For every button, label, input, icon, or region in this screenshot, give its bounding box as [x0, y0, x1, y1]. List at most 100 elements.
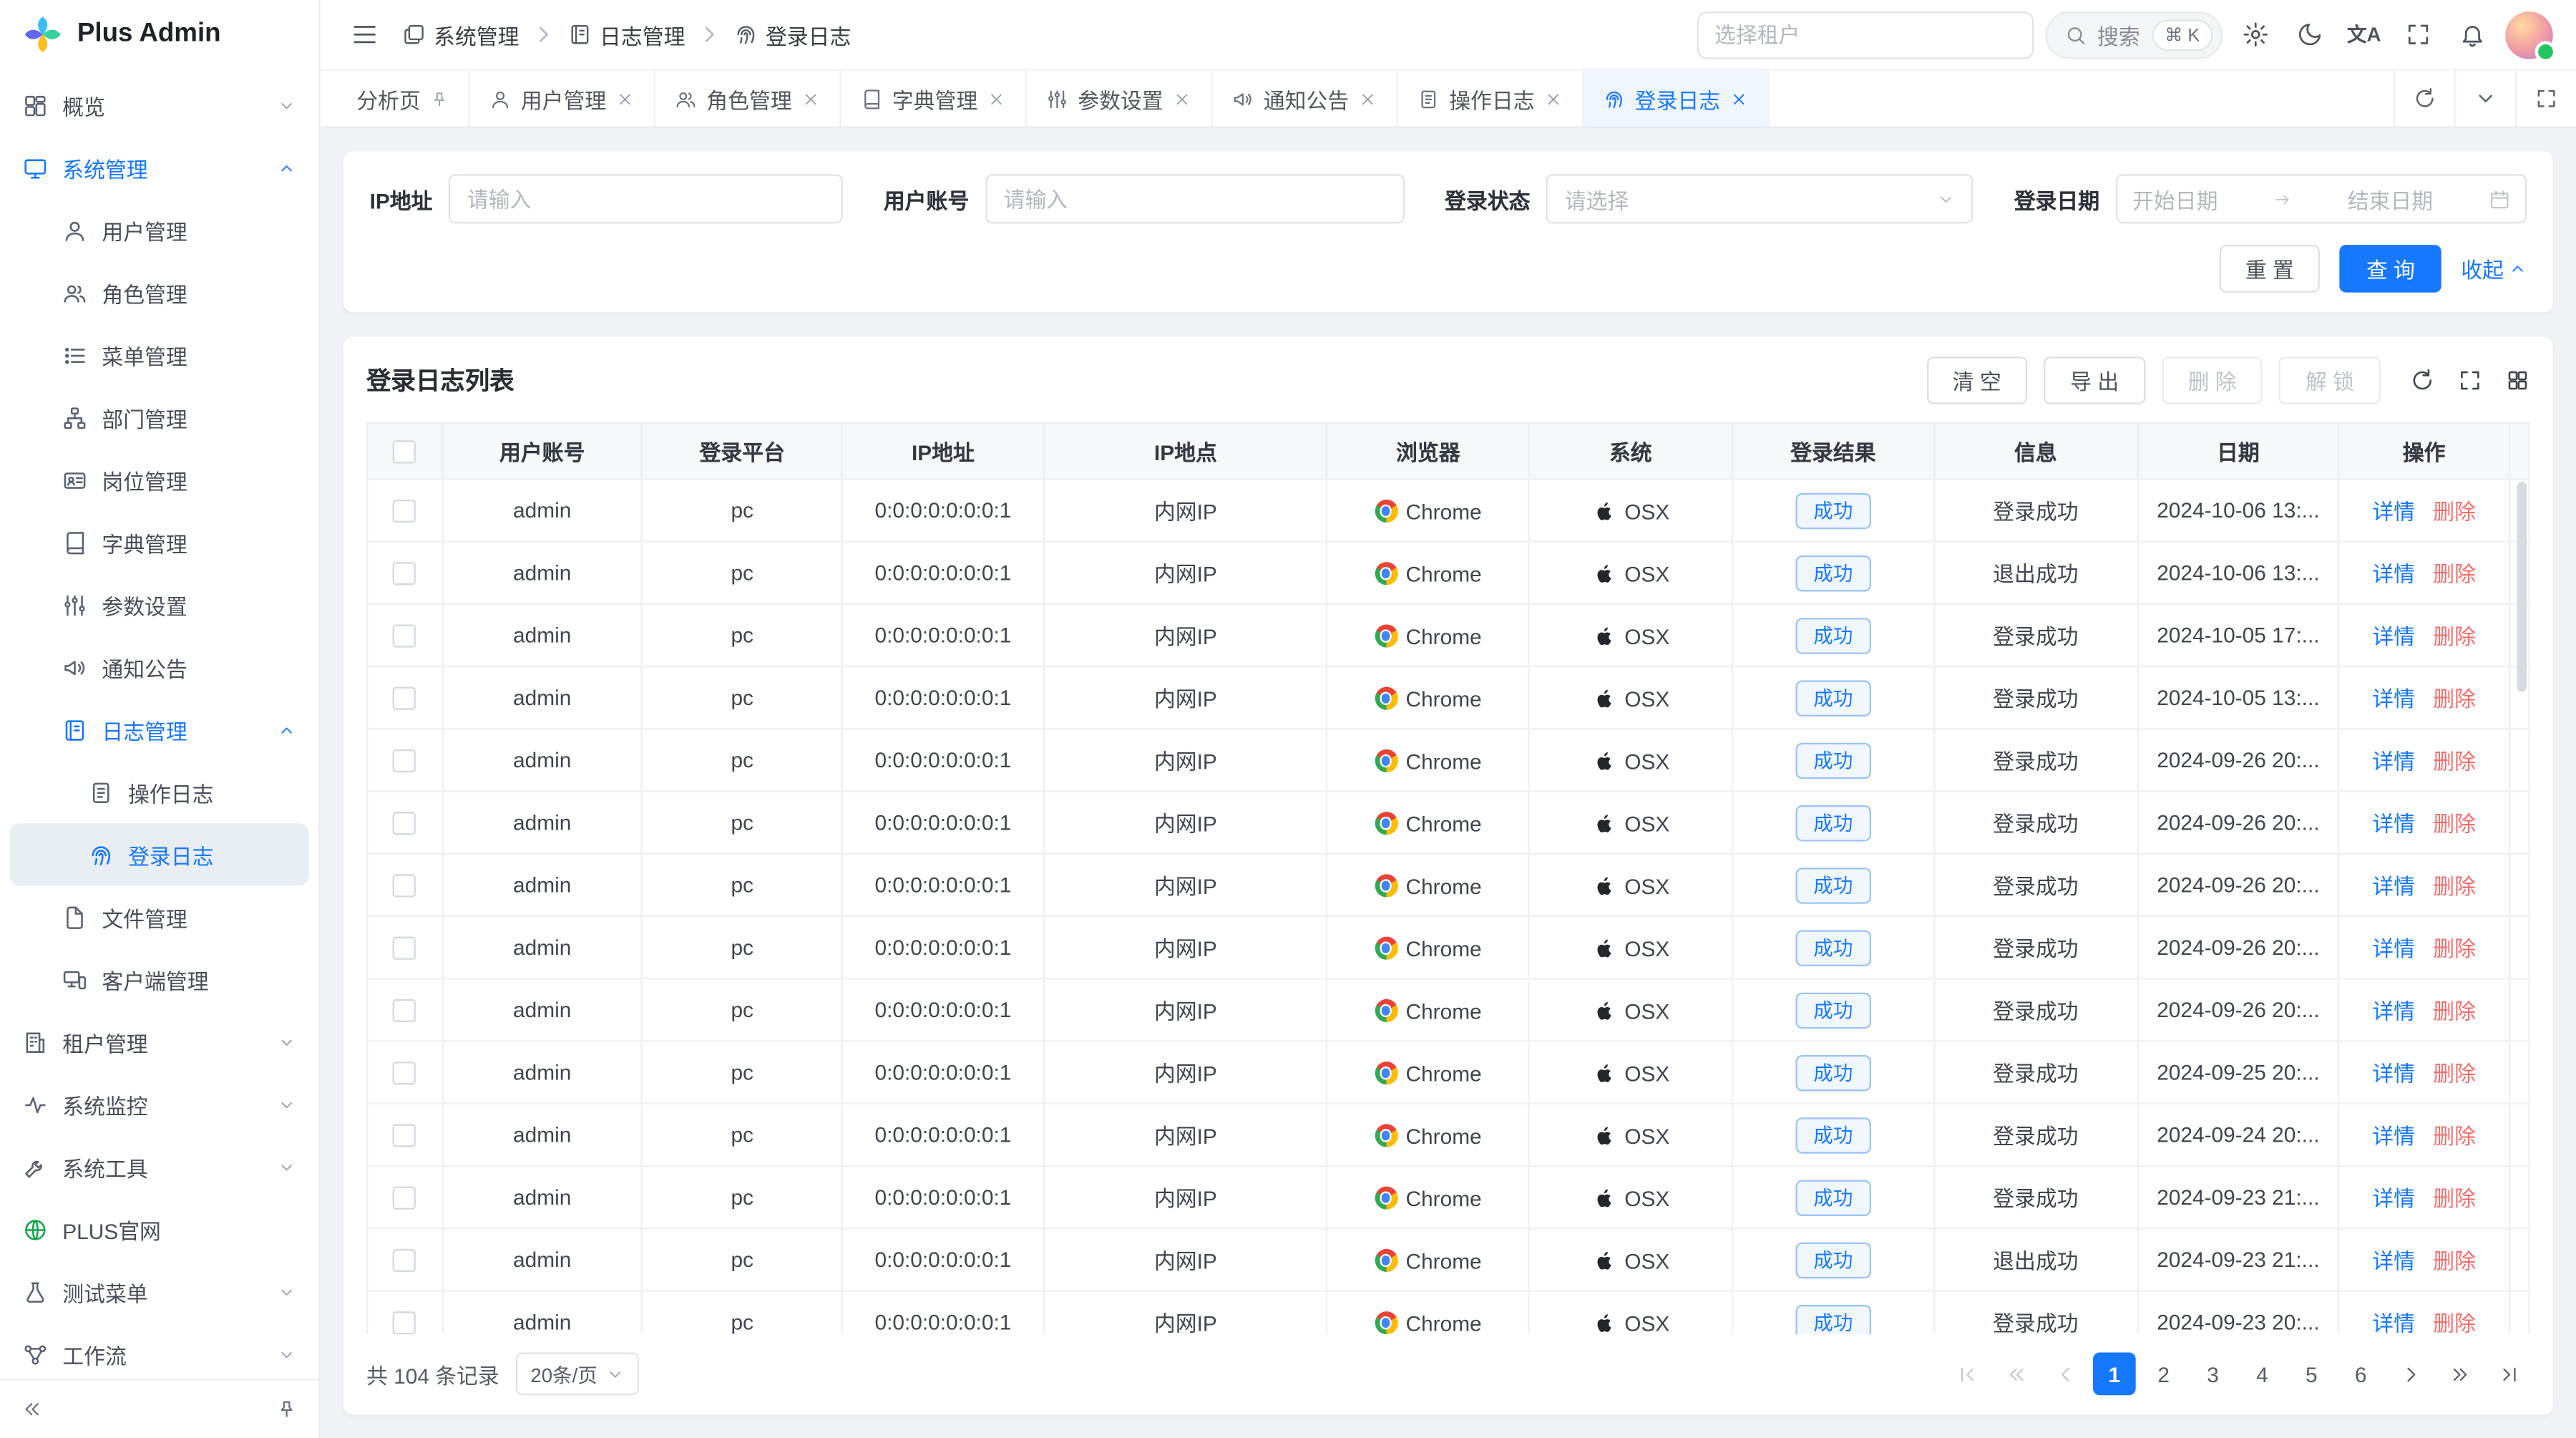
- row-checkbox[interactable]: [393, 937, 416, 960]
- delete-link[interactable]: 删除: [2433, 937, 2476, 961]
- close-icon[interactable]: [1730, 89, 1748, 107]
- detail-link[interactable]: 详情: [2372, 1311, 2415, 1334]
- delete-link[interactable]: 删除: [2433, 749, 2476, 774]
- row-checkbox[interactable]: [393, 1250, 416, 1273]
- sidebar-item-menu-management[interactable]: 菜单管理: [0, 324, 318, 386]
- tab-menu-button[interactable]: [2454, 71, 2515, 127]
- tenant-select-input[interactable]: [1697, 11, 2034, 59]
- sidebar-item-plus-site[interactable]: PLUS官网: [0, 1198, 318, 1260]
- tab-user-management[interactable]: 用户管理: [470, 71, 655, 127]
- delete-link[interactable]: 删除: [2433, 1249, 2476, 1273]
- row-checkbox[interactable]: [393, 563, 416, 586]
- detail-link[interactable]: 详情: [2372, 999, 2415, 1024]
- detail-link[interactable]: 详情: [2372, 1187, 2415, 1211]
- delete-link[interactable]: 删除: [2433, 812, 2476, 836]
- table-row[interactable]: admin pc 0:0:0:0:0:0:0:1 内网IP Chrome OSX…: [367, 1291, 2529, 1334]
- tab-operation-log[interactable]: 操作日志: [1398, 71, 1584, 127]
- prev-5-pages-button[interactable]: [1994, 1353, 2037, 1396]
- page-button-6[interactable]: 6: [2339, 1353, 2382, 1396]
- tab-param-settings[interactable]: 参数设置: [1027, 71, 1212, 127]
- sidebar-item-log-management[interactable]: 日志管理: [0, 699, 318, 761]
- refresh-icon[interactable]: [2410, 368, 2434, 392]
- table-scrollbar-thumb[interactable]: [2517, 482, 2527, 692]
- sidebar-item-role-management[interactable]: 角色管理: [0, 261, 318, 324]
- toggle-sidebar-button[interactable]: [343, 13, 386, 56]
- clear-button[interactable]: 清 空: [1926, 356, 2027, 404]
- pin-sidebar-icon[interactable]: [276, 1399, 298, 1420]
- unlock-button[interactable]: 解 锁: [2279, 356, 2380, 404]
- detail-link[interactable]: 详情: [2372, 812, 2415, 836]
- detail-link[interactable]: 详情: [2372, 500, 2415, 524]
- sidebar-item-system-tools[interactable]: 系统工具: [0, 1135, 318, 1197]
- sidebar-item-system-monitor[interactable]: 系统监控: [0, 1073, 318, 1135]
- table-row[interactable]: admin pc 0:0:0:0:0:0:0:1 内网IP Chrome OSX…: [367, 729, 2529, 791]
- delete-link[interactable]: 删除: [2433, 874, 2476, 898]
- sidebar-item-file-management[interactable]: 文件管理: [0, 885, 318, 948]
- sidebar-item-user-management[interactable]: 用户管理: [0, 199, 318, 261]
- delete-link[interactable]: 删除: [2433, 500, 2476, 524]
- prev-page-button[interactable]: [2044, 1353, 2087, 1396]
- settings-button[interactable]: [2234, 13, 2277, 56]
- detail-link[interactable]: 详情: [2372, 749, 2415, 774]
- pin-icon[interactable]: [431, 89, 449, 107]
- sidebar-item-login-log[interactable]: 登录日志: [10, 823, 309, 885]
- close-icon[interactable]: [1359, 89, 1377, 107]
- sidebar-item-tenant-management[interactable]: 租户管理: [0, 1011, 318, 1073]
- detail-link[interactable]: 详情: [2372, 624, 2415, 648]
- delete-link[interactable]: 删除: [2433, 1187, 2476, 1211]
- detail-link[interactable]: 详情: [2372, 1062, 2415, 1086]
- sidebar-item-dept-management[interactable]: 部门管理: [0, 387, 318, 449]
- close-icon[interactable]: [802, 89, 820, 107]
- sidebar-item-workflow[interactable]: 工作流: [0, 1323, 318, 1379]
- account-input[interactable]: [985, 174, 1404, 223]
- table-row[interactable]: admin pc 0:0:0:0:0:0:0:1 内网IP Chrome OSX…: [367, 1228, 2529, 1291]
- close-icon[interactable]: [1544, 89, 1562, 107]
- close-icon[interactable]: [1173, 89, 1191, 107]
- tab-notice[interactable]: 通知公告: [1213, 71, 1398, 127]
- table-row[interactable]: admin pc 0:0:0:0:0:0:0:1 内网IP Chrome OSX…: [367, 604, 2529, 666]
- breadcrumb-login-log[interactable]: 登录日志: [734, 19, 851, 50]
- ip-input[interactable]: [449, 174, 843, 223]
- next-page-button[interactable]: [2389, 1353, 2431, 1396]
- tab-dict-management[interactable]: 字典管理: [841, 71, 1027, 127]
- sidebar-item-test-menu[interactable]: 测试菜单: [0, 1260, 318, 1323]
- detail-link[interactable]: 详情: [2372, 1124, 2415, 1148]
- collapse-filter-link[interactable]: 收起: [2461, 253, 2527, 285]
- row-checkbox[interactable]: [393, 875, 416, 898]
- language-button[interactable]: 文A: [2343, 13, 2386, 56]
- delete-link[interactable]: 删除: [2433, 1062, 2476, 1086]
- notifications-button[interactable]: [2451, 13, 2494, 56]
- close-icon[interactable]: [987, 89, 1005, 107]
- fullscreen-icon[interactable]: [2458, 368, 2482, 392]
- maximize-content-button[interactable]: [2515, 71, 2576, 127]
- row-checkbox[interactable]: [393, 500, 416, 523]
- sidebar-item-system-management[interactable]: 系统管理: [0, 137, 318, 199]
- detail-link[interactable]: 详情: [2372, 874, 2415, 898]
- page-size-select[interactable]: 20条/页: [516, 1353, 638, 1396]
- delete-link[interactable]: 删除: [2433, 1311, 2476, 1334]
- detail-link[interactable]: 详情: [2372, 562, 2415, 586]
- row-checkbox[interactable]: [393, 1124, 416, 1147]
- select-all-checkbox[interactable]: [393, 441, 416, 464]
- detail-link[interactable]: 详情: [2372, 937, 2415, 961]
- row-checkbox[interactable]: [393, 1187, 416, 1210]
- table-row[interactable]: admin pc 0:0:0:0:0:0:0:1 内网IP Chrome OSX…: [367, 1166, 2529, 1228]
- global-search-button[interactable]: 搜索 ⌘ K: [2044, 11, 2223, 59]
- login-date-range-picker[interactable]: 开始日期 结束日期: [2116, 174, 2527, 223]
- user-avatar[interactable]: [2505, 11, 2553, 59]
- sidebar-item-notice[interactable]: 通知公告: [0, 636, 318, 699]
- page-button-4[interactable]: 4: [2241, 1353, 2284, 1396]
- app-logo[interactable]: Plus Admin: [0, 0, 318, 69]
- table-row[interactable]: admin pc 0:0:0:0:0:0:0:1 内网IP Chrome OSX…: [367, 916, 2529, 978]
- row-checkbox[interactable]: [393, 812, 416, 835]
- column-settings-icon[interactable]: [2505, 368, 2529, 392]
- sidebar-item-param-settings[interactable]: 参数设置: [0, 573, 318, 636]
- delete-link[interactable]: 删除: [2433, 1124, 2476, 1148]
- tab-login-log[interactable]: 登录日志: [1584, 71, 1769, 127]
- export-button[interactable]: 导 出: [2044, 356, 2145, 404]
- table-row[interactable]: admin pc 0:0:0:0:0:0:0:1 内网IP Chrome OSX…: [367, 541, 2529, 603]
- sidebar-item-dict-management[interactable]: 字典管理: [0, 511, 318, 573]
- row-checkbox[interactable]: [393, 750, 416, 773]
- row-checkbox[interactable]: [393, 1062, 416, 1085]
- delete-link[interactable]: 删除: [2433, 562, 2476, 586]
